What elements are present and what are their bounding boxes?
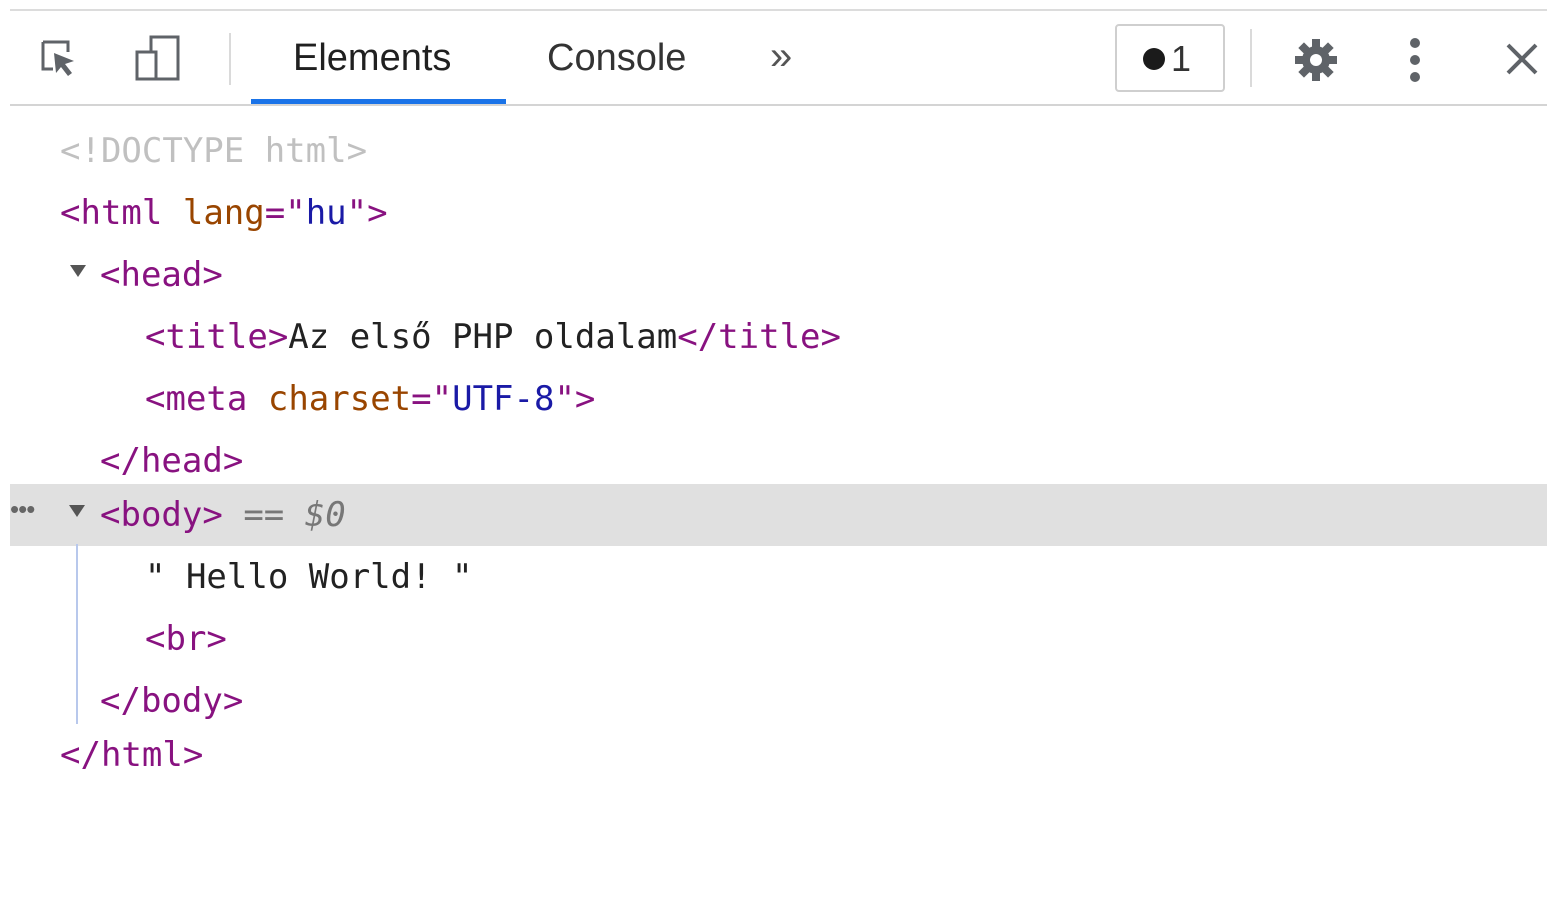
body-close-tag: </body> (100, 681, 244, 721)
head-open-tag: <head> (100, 255, 223, 295)
br-tag: <br> (145, 619, 227, 659)
dom-node-br[interactable]: <br> (0, 608, 1547, 670)
html-lang-attr-value: hu (305, 193, 347, 233)
toolbar-separator (1250, 29, 1252, 87)
html-attr-close: "> (346, 193, 388, 233)
body-text-node: " Hello World! " (145, 557, 473, 597)
issues-counter-button[interactable]: 1 (1115, 24, 1225, 92)
body-open-tag: <body> (100, 495, 223, 535)
inspect-element-icon[interactable] (40, 39, 78, 79)
meta-charset-attr-value: UTF-8 (452, 379, 555, 419)
dom-node-doctype[interactable]: <!DOCTYPE html> (0, 120, 1547, 182)
dom-node-meta[interactable]: <meta charset="UTF-8"> (0, 368, 1547, 430)
meta-open-tag: <meta (145, 379, 248, 419)
more-tabs-button[interactable]: » (770, 11, 792, 106)
dom-node-body-close[interactable]: </body> (0, 670, 1547, 732)
node-actions-ellipsis-icon[interactable]: ••• (10, 484, 35, 534)
html-attr-eq: =" (264, 193, 306, 233)
head-close-tag: </head> (100, 441, 244, 481)
close-icon[interactable] (1505, 42, 1539, 76)
gear-icon[interactable] (1293, 37, 1339, 83)
meta-charset-attr-name: charset (267, 379, 412, 419)
dom-node-html[interactable]: <html lang="hu"> (0, 182, 1547, 244)
dom-node-head-close[interactable]: </head> (0, 430, 1547, 492)
meta-attr-eq: =" (411, 379, 453, 419)
device-toolbar-icon[interactable] (134, 35, 182, 83)
devtools-toolbar: Elements Console » 1 (10, 9, 1547, 106)
tab-console[interactable]: Console (547, 11, 686, 106)
issue-dot-icon (1143, 48, 1165, 70)
active-tab-indicator (251, 99, 506, 104)
dom-node-text[interactable]: " Hello World! " (0, 546, 1547, 608)
title-close-tag: </title> (677, 317, 841, 357)
meta-attr-close: "> (554, 379, 596, 419)
html-lang-attr-name: lang (182, 193, 265, 233)
dom-node-title[interactable]: <title>Az első PHP oldalam</title> (0, 306, 1547, 368)
dom-node-body-selected[interactable]: ••• <body> == $0 (10, 484, 1547, 546)
toolbar-separator (229, 33, 231, 85)
expand-triangle-icon[interactable] (70, 265, 86, 277)
title-text: Az első PHP oldalam (288, 317, 678, 357)
selected-node-marker: == $0 (243, 495, 346, 535)
doctype-text: <!DOCTYPE html> (60, 131, 368, 171)
dom-tree-panel[interactable]: <!DOCTYPE html> <html lang="hu"> <head> … (0, 116, 1547, 777)
dom-node-head[interactable]: <head> (0, 244, 1547, 306)
tab-elements[interactable]: Elements (293, 11, 451, 106)
title-open-tag: <title> (145, 317, 289, 357)
kebab-menu-icon[interactable] (1408, 37, 1422, 83)
expand-triangle-icon[interactable] (69, 505, 85, 517)
html-open-tag: <html (60, 193, 163, 233)
issues-count: 1 (1171, 38, 1192, 79)
